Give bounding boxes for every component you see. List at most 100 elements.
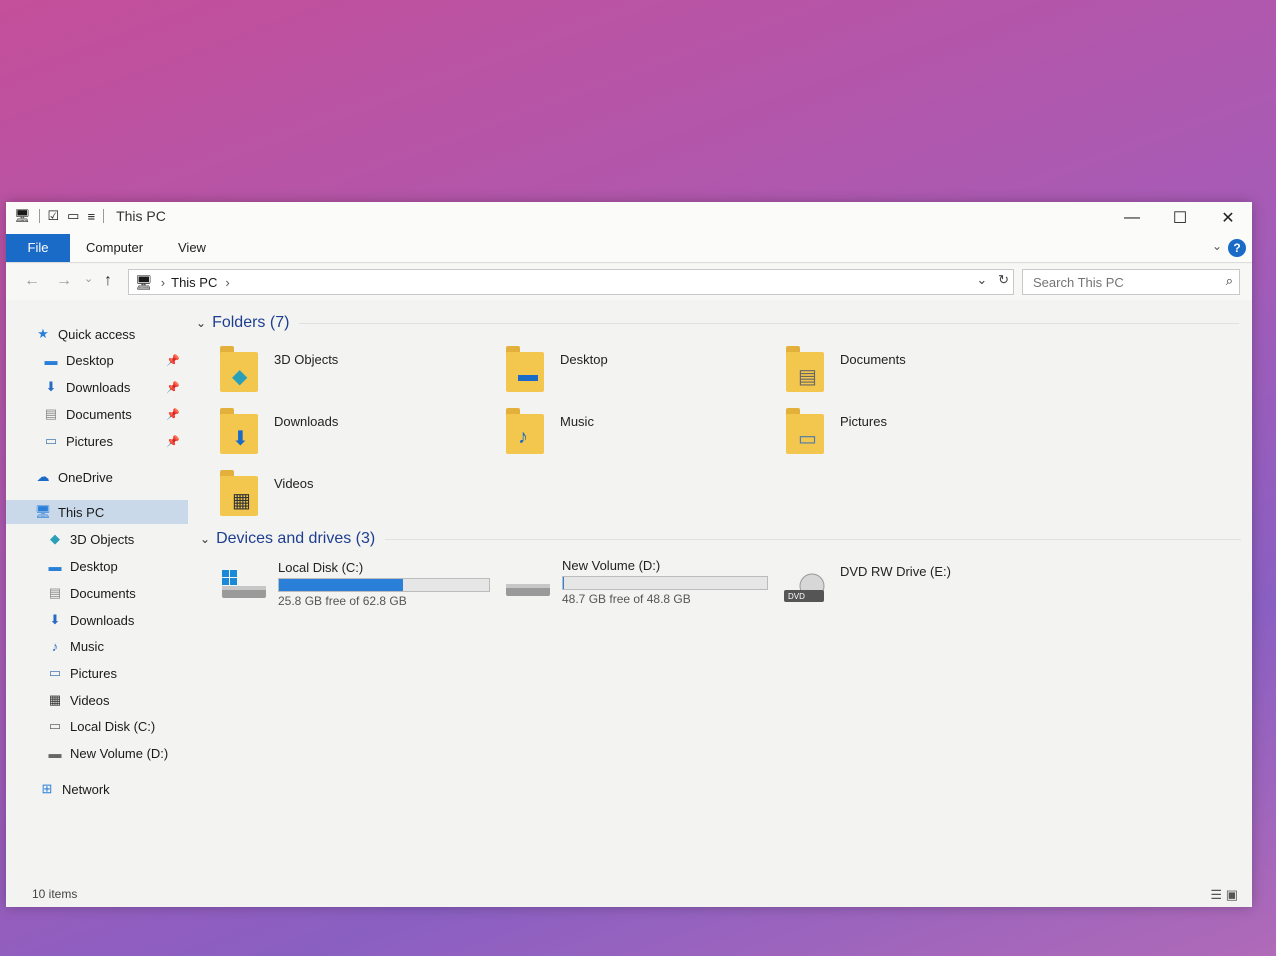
- new-folder-icon[interactable]: ▭: [67, 208, 79, 224]
- divider: [385, 538, 1242, 540]
- drives-group-header[interactable]: ⌄ Devices and drives (3): [200, 530, 1242, 548]
- sidebar-item-label: OneDrive: [58, 469, 113, 485]
- sidebar-item-label: Quick access: [58, 326, 136, 342]
- pin-icon: 📌: [166, 408, 180, 421]
- folder-icon: ▭: [786, 408, 828, 456]
- sidebar-item-desktop[interactable]: ▬ Desktop 📌: [6, 348, 188, 372]
- forward-arrow-icon[interactable]: →: [56, 272, 72, 290]
- address-dropdown-chevron-icon[interactable]: ⌄: [976, 272, 987, 287]
- search-input[interactable]: [1031, 273, 1215, 291]
- drive-local-disk-c[interactable]: Local Disk (C:) 25.8 GB free of 62.8 GB: [220, 560, 490, 610]
- address-row: ← → ⌄ ↑ 🖥 › This PC › ⌄ ↻ ⌕: [6, 264, 1252, 300]
- sidebar-item-pc-downloads[interactable]: ⬇ Downloads: [6, 608, 188, 632]
- large-icons-view-icon[interactable]: ▣: [1226, 887, 1238, 902]
- folder-label: Desktop: [560, 352, 608, 367]
- folders-group-header[interactable]: ⌄ Folders (7): [196, 314, 1240, 332]
- minimize-button[interactable]: —: [1108, 202, 1156, 234]
- sidebar-item-new-volume[interactable]: ▬ New Volume (D:): [6, 741, 188, 765]
- star-icon: ★: [37, 326, 49, 341]
- dvd-drive-icon: DVD: [782, 572, 830, 606]
- drive-new-volume-d[interactable]: New Volume (D:) 48.7 GB free of 48.8 GB: [504, 558, 774, 608]
- collapse-chevron-icon[interactable]: ⌄: [196, 316, 206, 330]
- drive-free-space: 25.8 GB free of 62.8 GB: [278, 594, 407, 608]
- sidebar-item-this-pc[interactable]: 🖥 This PC: [6, 500, 188, 524]
- drive-label: New Volume (D:): [562, 558, 661, 573]
- sidebar-item-pc-documents[interactable]: ▤ Documents: [6, 581, 188, 605]
- folder-documents[interactable]: ▤ Documents: [786, 346, 1046, 406]
- sidebar-item-label: This PC: [58, 504, 105, 520]
- documents-icon: ▤: [48, 585, 62, 600]
- sidebar-item-onedrive[interactable]: ☁ OneDrive: [6, 465, 188, 489]
- sidebar-item-quick-access[interactable]: ★ Quick access: [34, 322, 188, 346]
- sidebar-item-label: Pictures: [70, 665, 117, 681]
- recent-locations-chevron-icon[interactable]: ⌄: [84, 272, 93, 285]
- customize-toolbar-icon[interactable]: ≡: [87, 209, 95, 224]
- documents-icon: ▤: [44, 406, 58, 421]
- ribbon-tabs: File Computer View ⌄ ?: [6, 234, 1252, 263]
- folder-pictures[interactable]: ▭ Pictures: [786, 408, 1046, 468]
- folder-downloads[interactable]: ⬇ Downloads: [220, 408, 480, 468]
- refresh-controls: ⌄ ↻: [976, 272, 1009, 288]
- sidebar-item-pictures[interactable]: ▭ Pictures 📌: [6, 429, 188, 453]
- pin-icon: 📌: [166, 354, 180, 367]
- breadcrumb-chevron-icon[interactable]: ›: [225, 275, 229, 290]
- this-pc-icon: 🖥: [135, 273, 153, 290]
- folder-desktop[interactable]: ▬ Desktop: [506, 346, 766, 406]
- folder-icon: ▬: [506, 346, 548, 394]
- back-arrow-icon[interactable]: ←: [24, 272, 40, 290]
- tab-file[interactable]: File: [6, 234, 70, 262]
- drive-icon: [504, 566, 552, 600]
- up-arrow-icon[interactable]: ↑: [104, 272, 112, 290]
- folder-label: 3D Objects: [274, 352, 339, 367]
- tab-view[interactable]: View: [164, 234, 220, 262]
- refresh-icon[interactable]: ↻: [998, 272, 1009, 287]
- folder-icon: ▤: [786, 346, 828, 394]
- sidebar-item-label: Network: [62, 781, 110, 797]
- downloads-icon: ⬇: [45, 379, 57, 394]
- navigation-pane: ★ Quick access ▬ Desktop 📌 ⬇ Downloads 📌…: [6, 302, 188, 882]
- drive-label: Local Disk (C:): [278, 560, 364, 575]
- sidebar-item-label: 3D Objects: [70, 531, 135, 547]
- search-icon[interactable]: ⌕: [1226, 273, 1233, 289]
- window-controls: — ☐ ✕: [1108, 202, 1252, 234]
- sidebar-item-local-disk[interactable]: ▭ Local Disk (C:): [6, 714, 188, 738]
- expand-ribbon-chevron-icon[interactable]: ⌄: [1212, 239, 1222, 253]
- status-bar: 10 items ☰ ▣: [6, 883, 1252, 907]
- sidebar-item-music[interactable]: ♪ Music: [6, 634, 188, 658]
- folder-3d-objects[interactable]: ◆ 3D Objects: [220, 346, 480, 406]
- breadcrumb-this-pc[interactable]: This PC: [171, 275, 217, 290]
- folder-icon: ◆: [220, 346, 262, 394]
- item-count: 10 items: [32, 887, 78, 901]
- sidebar-item-documents[interactable]: ▤ Documents 📌: [6, 402, 188, 426]
- pictures-icon: ▭: [44, 433, 58, 448]
- tab-computer[interactable]: Computer: [72, 234, 157, 262]
- cube-icon: ◆: [50, 531, 60, 546]
- sidebar-item-network[interactable]: ⊞ Network: [6, 777, 188, 801]
- sidebar-item-label: Documents: [70, 585, 136, 601]
- drive-dvd-rw-e[interactable]: DVD DVD RW Drive (E:): [782, 564, 1052, 614]
- drive-usage-bar: [278, 578, 490, 592]
- sidebar-item-3d-objects[interactable]: ◆ 3D Objects: [6, 527, 188, 551]
- details-view-icon[interactable]: ☰: [1210, 887, 1222, 902]
- drive-icon: ▭: [48, 718, 62, 733]
- folder-music[interactable]: ♪ Music: [506, 408, 766, 468]
- address-bar[interactable]: 🖥 › This PC › ⌄ ↻: [128, 269, 1014, 295]
- downloads-icon: ⬇: [49, 612, 61, 627]
- sidebar-item-pc-pictures[interactable]: ▭ Pictures: [6, 661, 188, 685]
- separator: [38, 209, 40, 223]
- sidebar-item-label: Desktop: [70, 558, 118, 574]
- properties-icon[interactable]: ☑: [48, 208, 60, 224]
- folder-videos[interactable]: ▦ Videos: [220, 470, 480, 530]
- breadcrumb-chevron-icon[interactable]: ›: [161, 275, 165, 290]
- computer-icon: 🖥: [14, 208, 31, 223]
- folder-icon: ♪: [506, 408, 548, 456]
- collapse-chevron-icon[interactable]: ⌄: [200, 532, 210, 546]
- sidebar-item-downloads[interactable]: ⬇ Downloads 📌: [6, 375, 188, 399]
- maximize-button[interactable]: ☐: [1156, 202, 1204, 234]
- search-box[interactable]: ⌕: [1022, 269, 1240, 295]
- sidebar-item-label: Downloads: [66, 379, 131, 395]
- help-button[interactable]: ?: [1228, 239, 1246, 257]
- sidebar-item-videos[interactable]: ▦ Videos: [6, 688, 188, 712]
- sidebar-item-pc-desktop[interactable]: ▬ Desktop: [6, 554, 188, 578]
- close-button[interactable]: ✕: [1204, 202, 1252, 234]
